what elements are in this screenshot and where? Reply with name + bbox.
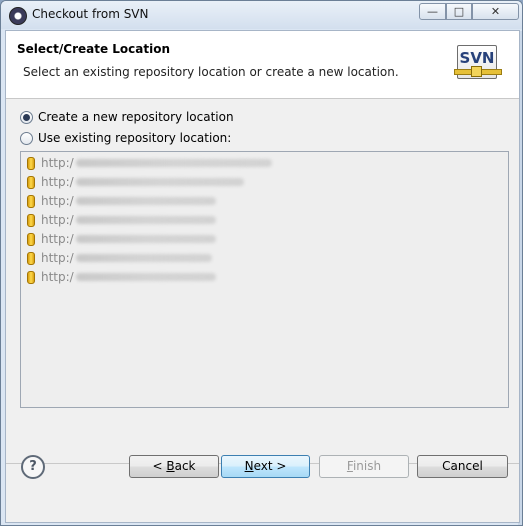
next-label-suffix: ext >	[253, 459, 287, 473]
wizard-header: Select/Create Location Select an existin…	[6, 31, 519, 99]
list-item[interactable]: http:/	[27, 268, 216, 286]
list-item[interactable]: http:/	[27, 249, 212, 267]
list-item[interactable]: http:/	[27, 173, 244, 191]
use-existing-label[interactable]: Use existing repository location:	[38, 131, 231, 145]
help-icon[interactable]: ?	[21, 455, 45, 479]
window-title: Checkout from SVN	[32, 7, 149, 21]
cancel-button[interactable]: Cancel	[417, 455, 508, 478]
dialog-content: Select/Create Location Select an existin…	[5, 30, 520, 523]
finish-label-suffix: inish	[352, 459, 382, 473]
close-button[interactable]: ✕	[472, 3, 519, 20]
next-button[interactable]: Next >	[221, 455, 310, 478]
create-location-label[interactable]: Create a new repository location	[38, 110, 234, 124]
repository-location-list[interactable]: http:/ http:/ http:/ http:/ http:/ http:…	[20, 151, 509, 408]
create-location-option[interactable]: Create a new repository location	[20, 109, 234, 125]
repository-icon	[27, 175, 35, 189]
list-item[interactable]: http:/	[27, 230, 216, 248]
redacted-url	[75, 197, 216, 205]
repository-icon	[27, 194, 35, 208]
redacted-url	[75, 254, 212, 262]
repository-url: http:/	[41, 156, 74, 170]
repository-url: http:/	[41, 175, 74, 189]
repository-url: http:/	[41, 213, 74, 227]
page-description: Select an existing repository location o…	[23, 65, 399, 79]
repository-icon	[27, 270, 35, 284]
use-existing-option[interactable]: Use existing repository location:	[20, 130, 231, 146]
svn-logo-text: SVN	[459, 49, 495, 67]
back-button[interactable]: < Back	[129, 455, 219, 478]
redacted-url	[75, 216, 216, 224]
eclipse-app-icon	[9, 7, 27, 25]
redacted-url	[75, 235, 216, 243]
list-item[interactable]: http:/	[27, 192, 216, 210]
repository-icon	[27, 213, 35, 227]
list-item[interactable]: http:/	[27, 154, 272, 172]
back-label-prefix: <	[152, 459, 167, 473]
back-label-suffix: ack	[174, 459, 196, 473]
checkout-dialog: Checkout from SVN — □ ✕ Select/Create Lo…	[0, 0, 523, 526]
redacted-url	[75, 178, 244, 186]
back-mnemonic: B	[166, 459, 175, 473]
redacted-url	[75, 159, 272, 167]
next-mnemonic: N	[244, 459, 254, 473]
repository-url: http:/	[41, 194, 74, 208]
create-location-radio[interactable]	[20, 110, 33, 124]
repository-icon	[27, 232, 35, 246]
minimize-button[interactable]: —	[419, 3, 446, 20]
repository-icon	[27, 156, 35, 170]
title-bar[interactable]: Checkout from SVN — □ ✕	[1, 1, 522, 29]
repository-url: http:/	[41, 251, 74, 265]
repository-url: http:/	[41, 270, 74, 284]
use-existing-radio[interactable]	[20, 131, 33, 145]
page-title: Select/Create Location	[17, 42, 171, 56]
maximize-button[interactable]: □	[446, 3, 472, 20]
finish-button[interactable]: Finish	[319, 455, 409, 478]
svn-logo-icon: SVN	[454, 45, 502, 79]
repository-icon	[27, 251, 35, 265]
redacted-url	[75, 273, 216, 281]
svn-logo-bar	[454, 66, 502, 77]
list-item[interactable]: http:/	[27, 211, 216, 229]
repository-url: http:/	[41, 232, 74, 246]
